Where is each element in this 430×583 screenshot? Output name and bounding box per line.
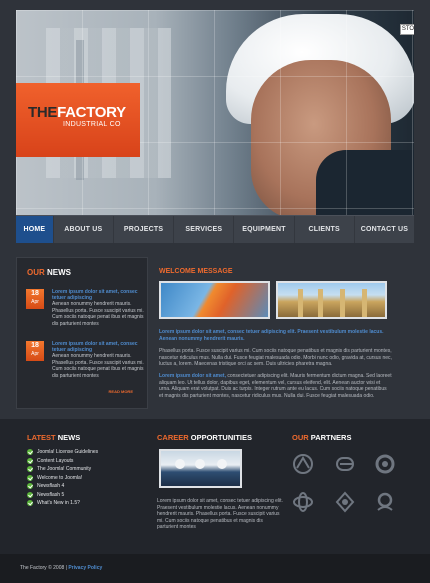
check-icon (27, 457, 33, 464)
copyright-text: The Factory © 2008 | Privacy Policy (20, 565, 103, 571)
list-item[interactable]: The Joomla! Community (27, 465, 98, 474)
logo-title: THEFACTORY (28, 104, 126, 121)
check-icon (27, 466, 33, 473)
career-title: CAREER OPPORTUNITIES (157, 433, 253, 442)
welcome-paragraph: Phasellus porta. Fusce suscipit varius m… (159, 348, 392, 367)
welcome-title: WELCOME MESSAGE (159, 268, 233, 275)
news-panel: OUR NEWS 18 Apr Lorem ipsum dolor sit am… (16, 257, 148, 409)
news-title: OUR NEWS (27, 268, 72, 277)
privacy-policy-link[interactable]: Privacy Policy (68, 565, 102, 571)
nav-services[interactable]: SERVICES (174, 216, 235, 243)
date-badge: 18 Apr (26, 341, 44, 361)
partner-logo-4-icon[interactable] (292, 491, 314, 513)
check-icon (27, 483, 33, 490)
list-item[interactable]: Joomla! License Guidelines (27, 448, 98, 457)
lower-panel: LATEST NEWS Joomla! License Guidelines C… (0, 419, 430, 554)
nav-equipment[interactable]: EQUIPMENT (234, 216, 295, 243)
nav-clients[interactable]: CLIENTS (295, 216, 355, 243)
partner-logo-6-icon[interactable] (374, 491, 396, 513)
read-more-link[interactable]: READ MORE (109, 389, 133, 394)
latest-news-title: LATEST NEWS (27, 433, 81, 442)
check-icon (27, 474, 33, 481)
partner-logo-5-icon[interactable] (334, 491, 356, 513)
nav-contact-us[interactable]: CONTACT US (355, 216, 414, 243)
check-icon (27, 500, 33, 507)
news-headline-link[interactable]: Lorem ipsum dolor sit amet, consec tetue… (52, 341, 145, 353)
partner-logo-2-icon[interactable] (334, 453, 356, 475)
main-nav: HOME ABOUT US PROJECTS SERVICES EQUIPMEN… (16, 215, 414, 243)
partner-logo-1-icon[interactable] (292, 453, 314, 475)
partners-title: OUR PARTNERS (292, 433, 352, 442)
nav-projects[interactable]: PROJECTS (114, 216, 175, 243)
welcome-paragraph-2: Lorem ipsum dolor sit amet, consectetuer… (159, 373, 392, 399)
news-headline-link[interactable]: Lorem ipsum dolor sit amet, consec tetue… (52, 289, 145, 301)
news-item: 18 Apr Lorem ipsum dolor sit amet, conse… (26, 289, 144, 334)
welcome-lead-text: Lorem ipsum dolor sit amet, consec tetue… (159, 329, 384, 342)
list-item[interactable]: What's New in 1.5? (27, 499, 98, 508)
worker-photo-thumbnail (159, 281, 270, 319)
nav-about-us[interactable]: ABOUT US (54, 216, 114, 243)
check-icon (27, 491, 33, 498)
list-item[interactable]: Newsflash 4 (27, 482, 98, 491)
news-item: 18 Apr Lorem ipsum dolor sit amet, conse… (26, 341, 144, 386)
check-icon (27, 449, 33, 456)
site-logo[interactable]: THEFACTORY INDUSTRIAL CO (16, 83, 140, 157)
logo-subtitle: INDUSTRIAL CO (63, 121, 121, 128)
news-body: Aenean nonummy hendrerit mauris. Phasell… (52, 301, 144, 327)
list-item[interactable]: Content Layouts (27, 457, 98, 466)
latest-news-list: Joomla! License Guidelines Content Layou… (27, 448, 98, 508)
date-badge: 18 Apr (26, 289, 44, 309)
footer-bar: The Factory © 2008 | Privacy Policy (0, 554, 430, 583)
news-body: Aenean nonummy hendrerit mauris. Phasell… (52, 353, 144, 379)
list-item[interactable]: Newsflash 5 (27, 491, 98, 500)
list-item[interactable]: Welcome to Joomla! (27, 474, 98, 483)
career-photo (159, 449, 242, 488)
stop-button[interactable]: STOP (400, 24, 414, 35)
partner-logo-3-icon[interactable] (374, 453, 396, 475)
nav-home[interactable]: HOME (16, 216, 54, 243)
career-text: Lorem ipsum dolor sit amet, consec tetue… (157, 498, 283, 530)
refinery-photo-thumbnail (276, 281, 387, 319)
